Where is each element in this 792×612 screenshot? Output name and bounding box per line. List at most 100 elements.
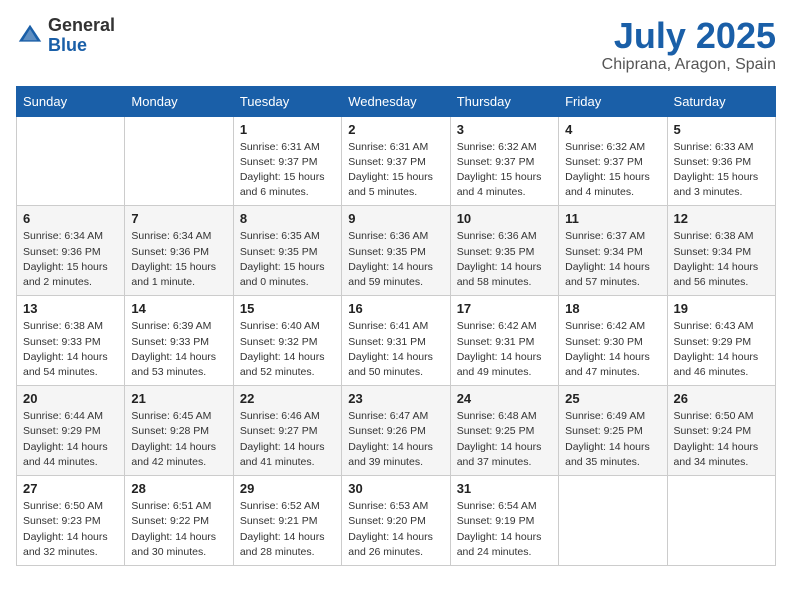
calendar-cell: 16 Sunrise: 6:41 AM Sunset: 9:31 PM Dayli… <box>342 296 450 386</box>
weekday-thursday: Thursday <box>450 86 558 116</box>
day-info: Sunrise: 6:42 AM Sunset: 9:31 PM Dayligh… <box>457 319 552 380</box>
calendar-cell <box>559 476 667 566</box>
day-info: Sunrise: 6:51 AM Sunset: 9:22 PM Dayligh… <box>131 499 226 560</box>
day-info: Sunrise: 6:44 AM Sunset: 9:29 PM Dayligh… <box>23 409 118 470</box>
day-info: Sunrise: 6:52 AM Sunset: 9:21 PM Dayligh… <box>240 499 335 560</box>
day-number: 22 <box>240 391 335 406</box>
weekday-tuesday: Tuesday <box>233 86 341 116</box>
calendar-cell <box>667 476 775 566</box>
day-info: Sunrise: 6:39 AM Sunset: 9:33 PM Dayligh… <box>131 319 226 380</box>
calendar-cell: 2 Sunrise: 6:31 AM Sunset: 9:37 PM Daylig… <box>342 116 450 206</box>
calendar-cell: 20 Sunrise: 6:44 AM Sunset: 9:29 PM Dayli… <box>17 386 125 476</box>
day-info: Sunrise: 6:43 AM Sunset: 9:29 PM Dayligh… <box>674 319 769 380</box>
day-number: 30 <box>348 481 443 496</box>
day-info: Sunrise: 6:54 AM Sunset: 9:19 PM Dayligh… <box>457 499 552 560</box>
day-info: Sunrise: 6:42 AM Sunset: 9:30 PM Dayligh… <box>565 319 660 380</box>
day-info: Sunrise: 6:33 AM Sunset: 9:36 PM Dayligh… <box>674 140 769 201</box>
calendar-cell: 28 Sunrise: 6:51 AM Sunset: 9:22 PM Dayli… <box>125 476 233 566</box>
calendar-cell: 22Sunrise: 6:46 AM Sunset: 9:27 PM Dayli… <box>233 386 341 476</box>
day-info: Sunrise: 6:31 AM Sunset: 9:37 PM Dayligh… <box>348 140 443 201</box>
calendar-cell: 31Sunrise: 6:54 AM Sunset: 9:19 PM Dayli… <box>450 476 558 566</box>
calendar-cell: 26Sunrise: 6:50 AM Sunset: 9:24 PM Dayli… <box>667 386 775 476</box>
day-info: Sunrise: 6:49 AM Sunset: 9:25 PM Dayligh… <box>565 409 660 470</box>
day-number: 21 <box>131 391 226 406</box>
day-info: Sunrise: 6:38 AM Sunset: 9:34 PM Dayligh… <box>674 229 769 290</box>
day-info: Sunrise: 6:36 AM Sunset: 9:35 PM Dayligh… <box>348 229 443 290</box>
calendar-cell: 6 Sunrise: 6:34 AM Sunset: 9:36 PM Daylig… <box>17 206 125 296</box>
day-info: Sunrise: 6:34 AM Sunset: 9:36 PM Dayligh… <box>131 229 226 290</box>
day-info: Sunrise: 6:32 AM Sunset: 9:37 PM Dayligh… <box>565 140 660 201</box>
calendar-cell: 19 Sunrise: 6:43 AM Sunset: 9:29 PM Dayli… <box>667 296 775 386</box>
calendar-cell: 5 Sunrise: 6:33 AM Sunset: 9:36 PM Daylig… <box>667 116 775 206</box>
location-title: Chiprana, Aragon, Spain <box>602 56 776 74</box>
calendar-cell: 14 Sunrise: 6:39 AM Sunset: 9:33 PM Dayli… <box>125 296 233 386</box>
day-number: 3 <box>457 122 552 137</box>
page-header: General Blue July 2025 Chiprana, Aragon,… <box>16 16 776 74</box>
calendar-cell: 24 Sunrise: 6:48 AM Sunset: 9:25 PM Dayli… <box>450 386 558 476</box>
calendar-cell: 13 Sunrise: 6:38 AM Sunset: 9:33 PM Dayli… <box>17 296 125 386</box>
week-row-3: 13 Sunrise: 6:38 AM Sunset: 9:33 PM Dayli… <box>17 296 776 386</box>
logo: General Blue <box>16 16 115 56</box>
day-info: Sunrise: 6:47 AM Sunset: 9:26 PM Dayligh… <box>348 409 443 470</box>
weekday-friday: Friday <box>559 86 667 116</box>
day-number: 23 <box>348 391 443 406</box>
calendar-cell: 30 Sunrise: 6:53 AM Sunset: 9:20 PM Dayli… <box>342 476 450 566</box>
day-info: Sunrise: 6:45 AM Sunset: 9:28 PM Dayligh… <box>131 409 226 470</box>
calendar-cell: 15Sunrise: 6:40 AM Sunset: 9:32 PM Dayli… <box>233 296 341 386</box>
day-number: 5 <box>674 122 769 137</box>
calendar-cell: 3 Sunrise: 6:32 AM Sunset: 9:37 PM Daylig… <box>450 116 558 206</box>
title-block: July 2025 Chiprana, Aragon, Spain <box>602 16 776 74</box>
weekday-saturday: Saturday <box>667 86 775 116</box>
day-info: Sunrise: 6:48 AM Sunset: 9:25 PM Dayligh… <box>457 409 552 470</box>
week-row-4: 20 Sunrise: 6:44 AM Sunset: 9:29 PM Dayli… <box>17 386 776 476</box>
calendar-body: 1 Sunrise: 6:31 AM Sunset: 9:37 PM Daylig… <box>17 116 776 565</box>
calendar-cell: 12 Sunrise: 6:38 AM Sunset: 9:34 PM Dayli… <box>667 206 775 296</box>
day-number: 16 <box>348 301 443 316</box>
calendar-cell: 17 Sunrise: 6:42 AM Sunset: 9:31 PM Dayli… <box>450 296 558 386</box>
day-number: 10 <box>457 211 552 226</box>
day-number: 20 <box>23 391 118 406</box>
day-number: 19 <box>674 301 769 316</box>
day-number: 11 <box>565 211 660 226</box>
calendar-cell <box>125 116 233 206</box>
day-info: Sunrise: 6:38 AM Sunset: 9:33 PM Dayligh… <box>23 319 118 380</box>
day-number: 27 <box>23 481 118 496</box>
day-info: Sunrise: 6:53 AM Sunset: 9:20 PM Dayligh… <box>348 499 443 560</box>
day-number: 18 <box>565 301 660 316</box>
weekday-header-row: SundayMondayTuesdayWednesdayThursdayFrid… <box>17 86 776 116</box>
calendar-cell: 21 Sunrise: 6:45 AM Sunset: 9:28 PM Dayli… <box>125 386 233 476</box>
calendar-table: SundayMondayTuesdayWednesdayThursdayFrid… <box>16 86 776 566</box>
logo-icon <box>16 22 44 50</box>
day-number: 28 <box>131 481 226 496</box>
calendar-cell: 4Sunrise: 6:32 AM Sunset: 9:37 PM Daylig… <box>559 116 667 206</box>
day-number: 1 <box>240 122 335 137</box>
weekday-monday: Monday <box>125 86 233 116</box>
day-number: 12 <box>674 211 769 226</box>
day-info: Sunrise: 6:32 AM Sunset: 9:37 PM Dayligh… <box>457 140 552 201</box>
day-number: 14 <box>131 301 226 316</box>
day-info: Sunrise: 6:50 AM Sunset: 9:23 PM Dayligh… <box>23 499 118 560</box>
day-info: Sunrise: 6:36 AM Sunset: 9:35 PM Dayligh… <box>457 229 552 290</box>
calendar-cell: 10 Sunrise: 6:36 AM Sunset: 9:35 PM Dayli… <box>450 206 558 296</box>
day-number: 9 <box>348 211 443 226</box>
day-number: 13 <box>23 301 118 316</box>
day-number: 29 <box>240 481 335 496</box>
calendar-cell: 1 Sunrise: 6:31 AM Sunset: 9:37 PM Daylig… <box>233 116 341 206</box>
day-number: 8 <box>240 211 335 226</box>
month-title: July 2025 <box>602 16 776 56</box>
calendar-cell: 27 Sunrise: 6:50 AM Sunset: 9:23 PM Dayli… <box>17 476 125 566</box>
calendar-cell: 11 Sunrise: 6:37 AM Sunset: 9:34 PM Dayli… <box>559 206 667 296</box>
day-number: 24 <box>457 391 552 406</box>
day-number: 2 <box>348 122 443 137</box>
weekday-wednesday: Wednesday <box>342 86 450 116</box>
day-number: 17 <box>457 301 552 316</box>
week-row-1: 1 Sunrise: 6:31 AM Sunset: 9:37 PM Daylig… <box>17 116 776 206</box>
day-info: Sunrise: 6:31 AM Sunset: 9:37 PM Dayligh… <box>240 140 335 201</box>
day-info: Sunrise: 6:37 AM Sunset: 9:34 PM Dayligh… <box>565 229 660 290</box>
day-number: 6 <box>23 211 118 226</box>
calendar-cell: 9 Sunrise: 6:36 AM Sunset: 9:35 PM Daylig… <box>342 206 450 296</box>
calendar-cell: 25Sunrise: 6:49 AM Sunset: 9:25 PM Dayli… <box>559 386 667 476</box>
day-info: Sunrise: 6:34 AM Sunset: 9:36 PM Dayligh… <box>23 229 118 290</box>
day-info: Sunrise: 6:40 AM Sunset: 9:32 PM Dayligh… <box>240 319 335 380</box>
day-info: Sunrise: 6:41 AM Sunset: 9:31 PM Dayligh… <box>348 319 443 380</box>
